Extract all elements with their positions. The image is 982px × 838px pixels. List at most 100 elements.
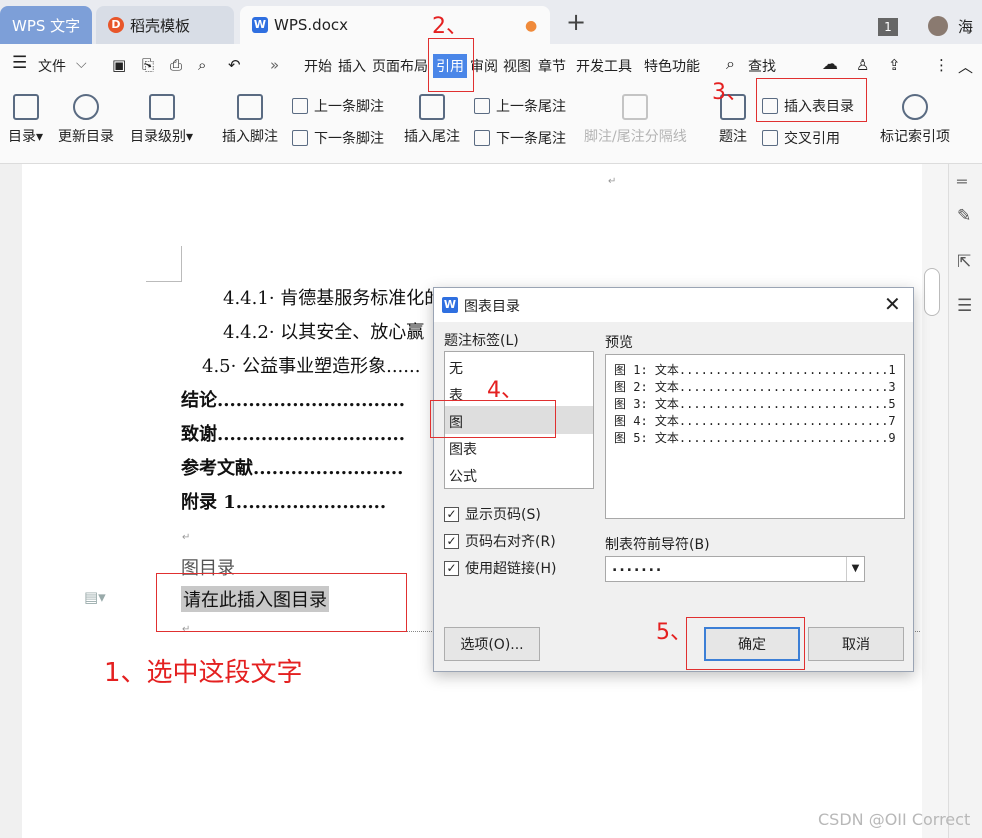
refresh-icon xyxy=(73,94,99,120)
cloud-icon[interactable]: ☁ xyxy=(822,54,838,73)
next-endnote-button[interactable]: 下一条尾注 xyxy=(474,128,566,148)
tab-daoke-template[interactable]: D 稻壳模板 xyxy=(96,6,234,44)
daoke-icon: D xyxy=(108,17,124,33)
more-options-icon[interactable]: ⋮ xyxy=(934,56,949,74)
undo-icon[interactable]: ↶ xyxy=(228,56,241,74)
preview-box: 图 1: 文本.............................1 图 … xyxy=(605,354,905,519)
mark-index-icon xyxy=(902,94,928,120)
annotation-box-step5 xyxy=(686,617,805,670)
menu-features[interactable]: 特色功能 xyxy=(644,56,700,76)
search-icon[interactable]: ⌕ xyxy=(726,54,735,74)
annotation-step3: 3、 xyxy=(712,80,748,105)
next-footnote-icon xyxy=(292,130,308,146)
prev-footnote-icon xyxy=(292,98,308,114)
next-endnote-icon xyxy=(474,130,490,146)
cross-reference-icon xyxy=(762,130,778,146)
hamburger-icon[interactable]: ☰ xyxy=(12,53,27,73)
toc-line: 致谢.............................. xyxy=(181,424,405,445)
preview-line: 图 5: 文本.............................9 xyxy=(614,431,896,445)
wps-doc-icon: W xyxy=(442,297,458,313)
preview-line: 图 1: 文本.............................1 xyxy=(614,363,896,377)
more-icon[interactable]: » xyxy=(270,56,279,74)
paragraph-handle-icon[interactable]: ▤▾ xyxy=(84,588,106,606)
list-item[interactable]: 无 xyxy=(449,358,463,378)
menu-developer[interactable]: 开发工具 xyxy=(576,56,632,76)
sidebar-collapse-icon[interactable]: ═ xyxy=(957,172,967,191)
list-item[interactable]: 公式 xyxy=(449,466,477,486)
unsaved-dot-icon: ● xyxy=(525,18,538,34)
menu-chapter[interactable]: 章节 xyxy=(538,56,566,76)
user-name: 海 xyxy=(958,18,974,36)
separator-icon xyxy=(622,94,649,120)
menu-review[interactable]: 审阅 xyxy=(470,56,498,76)
export-icon[interactable]: ⎘ xyxy=(142,56,154,74)
toc-level-icon xyxy=(148,94,175,120)
chevron-down-icon[interactable]: ⌵ xyxy=(76,56,87,72)
leader-select[interactable]: ....... ▼ xyxy=(605,556,865,582)
options-button[interactable]: 选项(O)... xyxy=(444,627,540,661)
share-user-icon[interactable]: ♙ xyxy=(856,56,869,74)
pen-icon[interactable]: ✎ xyxy=(957,206,971,226)
preview-label: 预览 xyxy=(605,335,633,351)
window-count-badge[interactable]: 1 xyxy=(878,18,898,36)
update-toc-button[interactable]: 更新目录 xyxy=(58,94,114,146)
close-icon[interactable]: ✕ xyxy=(884,292,901,316)
hyperlink-checkbox[interactable]: ✓ 使用超链接(H) xyxy=(444,558,556,578)
toc-line: 附录 1........................ xyxy=(181,492,387,513)
cancel-button[interactable]: 取消 xyxy=(808,627,904,661)
margin-marker xyxy=(146,246,182,282)
checkmark-icon: ✓ xyxy=(444,506,459,522)
insert-footnote-button[interactable]: 插入脚注 xyxy=(222,94,278,146)
caption-label-title: 题注标签(L) xyxy=(444,333,519,349)
tab-document[interactable]: W WPS.docx ● xyxy=(240,6,550,44)
scrollbar-thumb[interactable] xyxy=(924,268,940,316)
share-icon[interactable]: ⇪ xyxy=(888,56,901,74)
print-icon[interactable]: ⎙ xyxy=(170,56,182,74)
menu-page-layout[interactable]: 页面布局 xyxy=(372,56,428,76)
dropdown-arrow-icon[interactable]: ▼ xyxy=(846,557,864,581)
paragraph-mark: ↵ xyxy=(608,176,617,187)
dialog-title: 图表目录 xyxy=(464,299,520,315)
vertical-scrollbar[interactable] xyxy=(922,164,948,838)
right-align-checkbox[interactable]: ✓ 页码右对齐(R) xyxy=(444,531,556,551)
save-icon[interactable]: ▣ xyxy=(112,56,126,74)
menu-file[interactable]: 文件 xyxy=(38,56,66,76)
toc-line: 参考文献........................ xyxy=(181,458,404,479)
avatar[interactable] xyxy=(928,16,948,36)
new-tab-icon[interactable]: + xyxy=(566,8,586,36)
checkmark-icon: ✓ xyxy=(444,533,459,549)
menu-view[interactable]: 视图 xyxy=(503,56,531,76)
prev-footnote-button[interactable]: 上一条脚注 xyxy=(292,96,384,116)
toc-line: 4.4.2· 以其安全、放心赢 xyxy=(223,322,425,343)
prev-endnote-button[interactable]: 上一条尾注 xyxy=(474,96,566,116)
cross-reference-button[interactable]: 交叉引用 xyxy=(762,128,840,148)
search-label[interactable]: 查找 xyxy=(748,56,776,76)
dialog-titlebar: W 图表目录 ✕ xyxy=(434,288,913,322)
tab-wps-writer[interactable]: WPS 文字 xyxy=(0,6,92,44)
paragraph-mark: ↵ xyxy=(182,532,191,543)
pointer-icon[interactable]: ⇱ xyxy=(957,252,971,272)
print-preview-icon[interactable]: ⌕ xyxy=(198,56,206,74)
list-item[interactable]: 图表 xyxy=(449,439,477,459)
annotation-box-step2 xyxy=(428,38,474,92)
mark-index-button[interactable]: 标记索引项 xyxy=(880,94,950,146)
annotation-step5: 5、 xyxy=(656,620,692,645)
preview-line: 图 2: 文本.............................3 xyxy=(614,380,896,394)
toc-line: 4.5· 公益事业塑造形象...... xyxy=(202,356,421,377)
annotation-step1: 1、选中这段文字 xyxy=(104,658,303,688)
toc-button[interactable]: 目录▾ xyxy=(8,94,43,146)
menu-insert[interactable]: 插入 xyxy=(338,56,366,76)
menu-home[interactable]: 开始 xyxy=(304,56,332,76)
prev-endnote-icon xyxy=(474,98,490,114)
watermark: CSDN @OII Correct xyxy=(818,810,971,829)
settings-sliders-icon[interactable]: ☰ xyxy=(957,296,972,316)
collapse-ribbon-icon[interactable]: ︿ xyxy=(958,56,973,77)
separator-button[interactable]: 脚注/尾注分隔线 xyxy=(584,94,687,146)
checkmark-icon: ✓ xyxy=(444,560,459,576)
toc-level-button[interactable]: 目录级别▾ xyxy=(130,94,193,146)
endnote-icon xyxy=(419,94,445,120)
show-page-number-checkbox[interactable]: ✓ 显示页码(S) xyxy=(444,504,541,524)
next-footnote-button[interactable]: 下一条脚注 xyxy=(292,128,384,148)
insert-endnote-button[interactable]: 插入尾注 xyxy=(404,94,460,146)
annotation-step4: 4、 xyxy=(487,378,523,403)
